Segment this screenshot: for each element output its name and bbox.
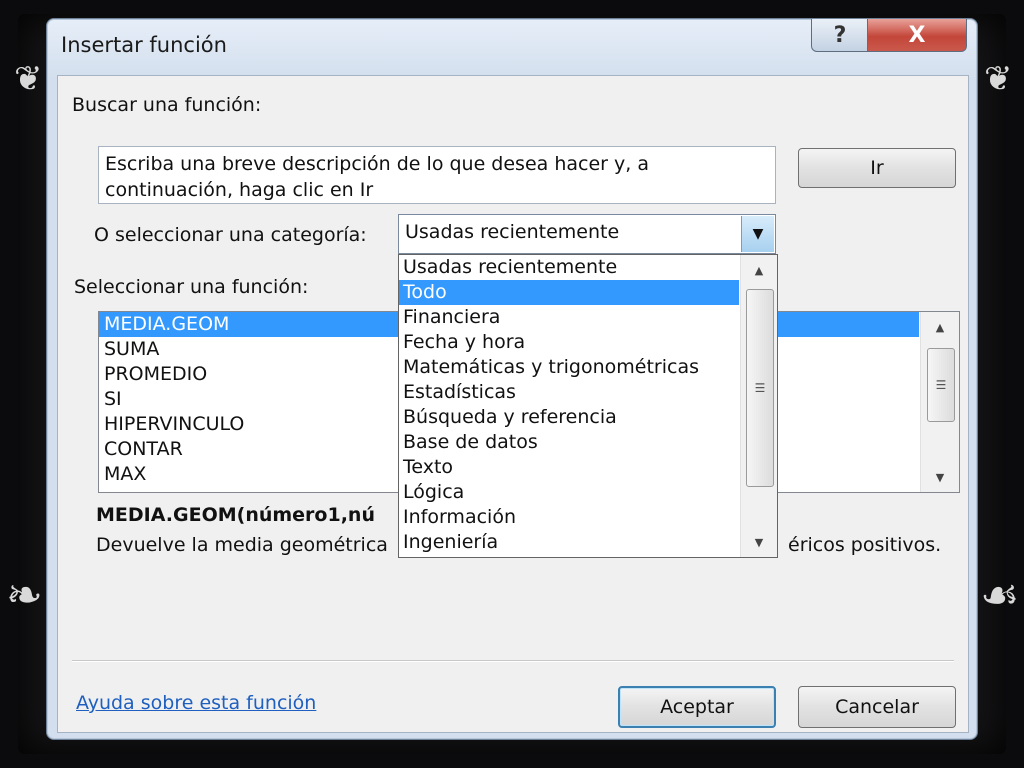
category-select[interactable]: Usadas recientemente ▼ (398, 214, 776, 254)
go-button[interactable]: Ir (798, 148, 956, 188)
category-label: O seleccionar una categoría: (94, 224, 367, 246)
scroll-thumb[interactable]: ☰ (746, 289, 774, 487)
close-icon: X (908, 22, 926, 48)
ornament-left-bottom: ❧ (6, 570, 43, 621)
dropdown-arrow-icon[interactable]: ▼ (741, 216, 774, 252)
dialog-client-area: Buscar una función: Escriba una breve de… (57, 75, 969, 733)
ok-button[interactable]: Aceptar (618, 686, 776, 728)
ornament-right-top: ❦ (984, 59, 1013, 99)
category-option[interactable]: Lógica (399, 480, 777, 505)
ornament-left-top: ❦ (14, 59, 43, 99)
category-option[interactable]: Todo (399, 280, 739, 305)
function-list-label: Seleccionar una función: (74, 276, 309, 298)
category-dropdown-scrollbar[interactable]: ▲ ☰ ▼ (740, 255, 777, 557)
function-description: Devuelve la media geométrica (96, 534, 388, 556)
category-option[interactable]: Base de datos (399, 430, 777, 455)
category-option[interactable]: Financiera (399, 305, 777, 330)
category-option[interactable]: Búsqueda y referencia (399, 405, 777, 430)
footer-separator (72, 660, 954, 662)
cancel-button[interactable]: Cancelar (798, 686, 956, 728)
category-selected-value: Usadas recientemente (405, 221, 620, 243)
category-options: Usadas recientemente Todo Financiera Fecha … (399, 255, 777, 555)
category-option[interactable]: Usadas recientemente (399, 255, 777, 280)
help-button[interactable]: ? (811, 19, 869, 52)
search-input[interactable]: Escriba una breve descripción de lo que … (98, 146, 776, 204)
category-option[interactable]: Fecha y hora (399, 330, 777, 355)
category-option[interactable]: Estadísticas (399, 380, 777, 405)
search-label: Buscar una función: (72, 94, 262, 116)
category-dropdown-list[interactable]: Usadas recientemente Todo Financiera Fecha … (398, 254, 778, 558)
category-option[interactable]: Información (399, 505, 777, 530)
help-link[interactable]: Ayuda sobre esta función (76, 692, 316, 714)
scroll-down-icon[interactable]: ▼ (741, 531, 777, 553)
insert-function-dialog: Insertar función ? X Buscar una función:… (46, 18, 978, 740)
close-button[interactable]: X (867, 19, 967, 52)
category-option[interactable]: Ingeniería (399, 530, 777, 555)
ornament-right-bottom: ☙ (980, 570, 1020, 621)
category-option[interactable]: Texto (399, 455, 777, 480)
scroll-thumb[interactable]: ☰ (927, 348, 955, 422)
function-list-scrollbar[interactable]: ▲ ☰ ▼ (920, 312, 959, 492)
scroll-up-icon[interactable]: ▲ (921, 316, 959, 338)
function-description-tail: éricos positivos. (788, 534, 942, 556)
scroll-up-icon[interactable]: ▲ (741, 259, 777, 281)
function-signature: MEDIA.GEOM(número1,nú (96, 504, 375, 526)
scroll-down-icon[interactable]: ▼ (921, 466, 959, 488)
category-option[interactable]: Matemáticas y trigonométricas (399, 355, 777, 380)
dialog-title: Insertar función (61, 33, 227, 57)
question-icon: ? (833, 22, 847, 48)
